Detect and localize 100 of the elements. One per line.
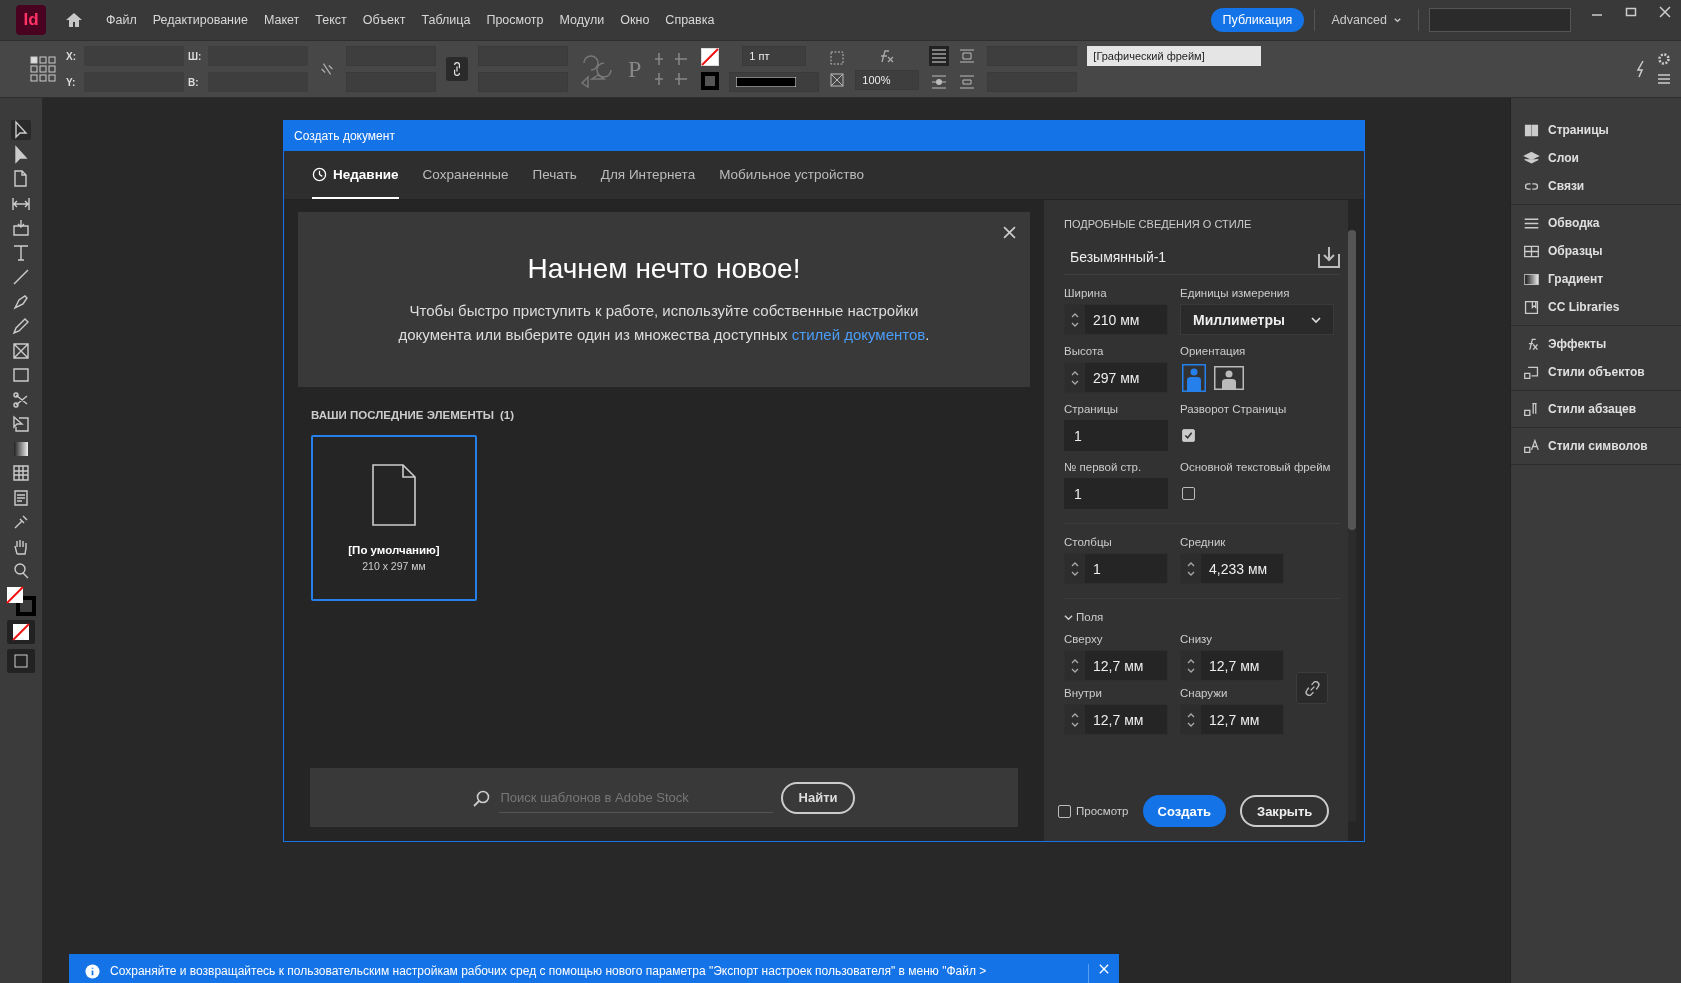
panel-item[interactable]: Страницы (1511, 116, 1681, 144)
panel-item[interactable]: Стили объектов (1511, 358, 1681, 386)
fill-stroke-icon[interactable] (6, 585, 36, 616)
stroke-icon[interactable] (701, 72, 720, 90)
portrait-button[interactable] (1182, 363, 1206, 392)
field-label: Столбцы (1064, 536, 1113, 548)
tool-icon[interactable] (11, 340, 31, 361)
margins-toggle[interactable]: Поля (1064, 611, 1104, 623)
close-icon[interactable] (1003, 226, 1016, 239)
tab[interactable]: Сохраненные (422, 151, 509, 199)
menu-item[interactable]: Окно (612, 13, 658, 27)
height-label: В: (188, 76, 200, 88)
margin-field[interactable]: 12,7 мм (1180, 704, 1284, 735)
tab[interactable]: Для Интернета (600, 151, 696, 199)
save-preset-icon[interactable] (1318, 246, 1340, 268)
welcome-text: Чтобы быстро приступить к работе, используйте собственные настройки документа или выберите один из множества доступных стилей документов. (397, 300, 931, 345)
panel-item[interactable]: Эффекты (1511, 330, 1681, 358)
tab[interactable]: Печать (532, 151, 577, 199)
close-button[interactable]: Закрыть (1240, 795, 1330, 827)
find-button[interactable]: Найти (780, 781, 856, 814)
tool-icon[interactable] (11, 267, 31, 287)
columns-field[interactable]: 1 (1064, 553, 1168, 584)
menu-item[interactable]: Текст (307, 13, 355, 27)
menu-item[interactable]: Файл (98, 13, 145, 27)
lightning-icon[interactable] (1635, 60, 1647, 78)
checkbox[interactable] (1182, 487, 1195, 500)
text-wrap-icon[interactable] (929, 46, 950, 66)
panel-icon (1523, 400, 1540, 418)
stroke-weight-dropdown[interactable]: 1 пт (742, 46, 807, 66)
settings-icon[interactable] (1657, 52, 1671, 66)
scrollbar-thumb[interactable] (1348, 230, 1356, 530)
fill-none-icon[interactable] (701, 48, 720, 66)
field-label: № первой стр. (1064, 461, 1143, 473)
panel-item[interactable]: Слои (1511, 144, 1681, 172)
tool-icon[interactable] (11, 414, 31, 434)
field-label: Разворот Страницы (1180, 403, 1288, 415)
opacity-icon[interactable] (829, 72, 846, 88)
notification-text: Сохраняйте и возвращайтесь к пользовательским настройкам рабочих сред с помощью нового параметра "Экспорт настроек пользователя" в меню "Файл > (110, 964, 988, 978)
item-count: (1) (500, 409, 515, 421)
menu-item[interactable]: Таблица (413, 13, 479, 27)
menu-item[interactable]: Просмотр (478, 13, 552, 27)
field-label: Высота (1064, 345, 1105, 357)
panel-item[interactable]: Стили символов (1511, 432, 1681, 460)
reference-point-icon[interactable] (30, 56, 56, 82)
app-logo[interactable]: Id (16, 5, 46, 35)
tab[interactable]: Недавние (312, 151, 399, 199)
menu-item[interactable]: Макет (255, 13, 308, 27)
margin-field[interactable]: 12,7 мм (1064, 650, 1168, 681)
preset-name-field[interactable]: Безымянный-1 (1070, 249, 1167, 265)
panel-item[interactable]: Градиент (1511, 265, 1681, 293)
menu-item[interactable]: Модули (551, 13, 613, 27)
scrollbar[interactable] (1348, 230, 1356, 821)
link-margins-button[interactable] (1296, 672, 1328, 704)
gutter-field[interactable]: 4,233 мм (1180, 553, 1284, 584)
preset-card[interactable]: [По умолчанию] 210 x 297 мм (311, 435, 477, 601)
tool-icon[interactable] (11, 463, 31, 483)
search-field[interactable] (1429, 8, 1571, 32)
fill-none-icon[interactable] (7, 620, 35, 644)
menu-icon[interactable] (1657, 72, 1671, 86)
first-page-field[interactable]: 1 (1064, 478, 1168, 509)
tool-icon[interactable] (11, 316, 31, 336)
width-label: Ш: (188, 50, 203, 62)
screen-mode-icon[interactable] (7, 648, 35, 673)
tool-icon[interactable] (11, 561, 31, 581)
stroke-line-icon (736, 77, 797, 87)
margin-field[interactable]: 12,7 мм (1180, 650, 1284, 681)
pages-field[interactable]: 1 (1064, 420, 1168, 451)
stroke-type-dropdown[interactable] (729, 72, 820, 92)
height-field[interactable]: 297 мм (1064, 362, 1168, 393)
menu-item[interactable]: Редактирование (144, 13, 256, 27)
width-field[interactable]: 210 мм (1064, 304, 1168, 335)
publish-button[interactable]: Публикация (1210, 8, 1305, 32)
panel-item[interactable]: Обводка (1511, 209, 1681, 237)
constrain-button[interactable] (446, 57, 468, 81)
home-icon[interactable] (64, 10, 84, 30)
margin-field[interactable]: 12,7 мм (1064, 704, 1168, 735)
close-icon[interactable] (1659, 6, 1671, 18)
panel-item[interactable]: CC Libraries (1511, 293, 1681, 321)
create-button[interactable]: Создать (1142, 795, 1226, 827)
landscape-button[interactable] (1214, 365, 1244, 390)
workspace-dropdown[interactable]: Advanced (1325, 12, 1408, 28)
panel-item[interactable]: Стили абзацев (1511, 395, 1681, 423)
tab[interactable]: Мобильное устройство (719, 151, 865, 199)
units-dropdown[interactable]: Миллиметры (1180, 304, 1334, 335)
panel-item[interactable]: Связи (1511, 172, 1681, 200)
y-label: Y: (66, 76, 77, 88)
tool-icon[interactable] (11, 120, 31, 140)
panel-item[interactable]: Образцы (1511, 237, 1681, 265)
checkbox[interactable] (1058, 804, 1071, 818)
section-heading: ВАШИ ПОСЛЕДНИЕ ЭЛЕМЕНТЫ (311, 409, 494, 421)
maximize-icon[interactable] (1625, 6, 1637, 18)
menu-item[interactable]: Справка (657, 13, 723, 27)
checkbox[interactable] (1182, 429, 1195, 442)
field-label: Основной текстовый фрейм (1180, 461, 1332, 473)
field-label: Снаружи (1180, 687, 1229, 699)
tool-icon[interactable] (11, 218, 31, 238)
opacity-field[interactable]: 100% (855, 70, 920, 90)
object-style-dropdown[interactable]: [Графический фрейм] (1087, 46, 1262, 66)
menu-item[interactable]: Объект (354, 13, 414, 27)
search-field[interactable]: Поиск шаблонов в Adobe Stock (498, 782, 773, 813)
